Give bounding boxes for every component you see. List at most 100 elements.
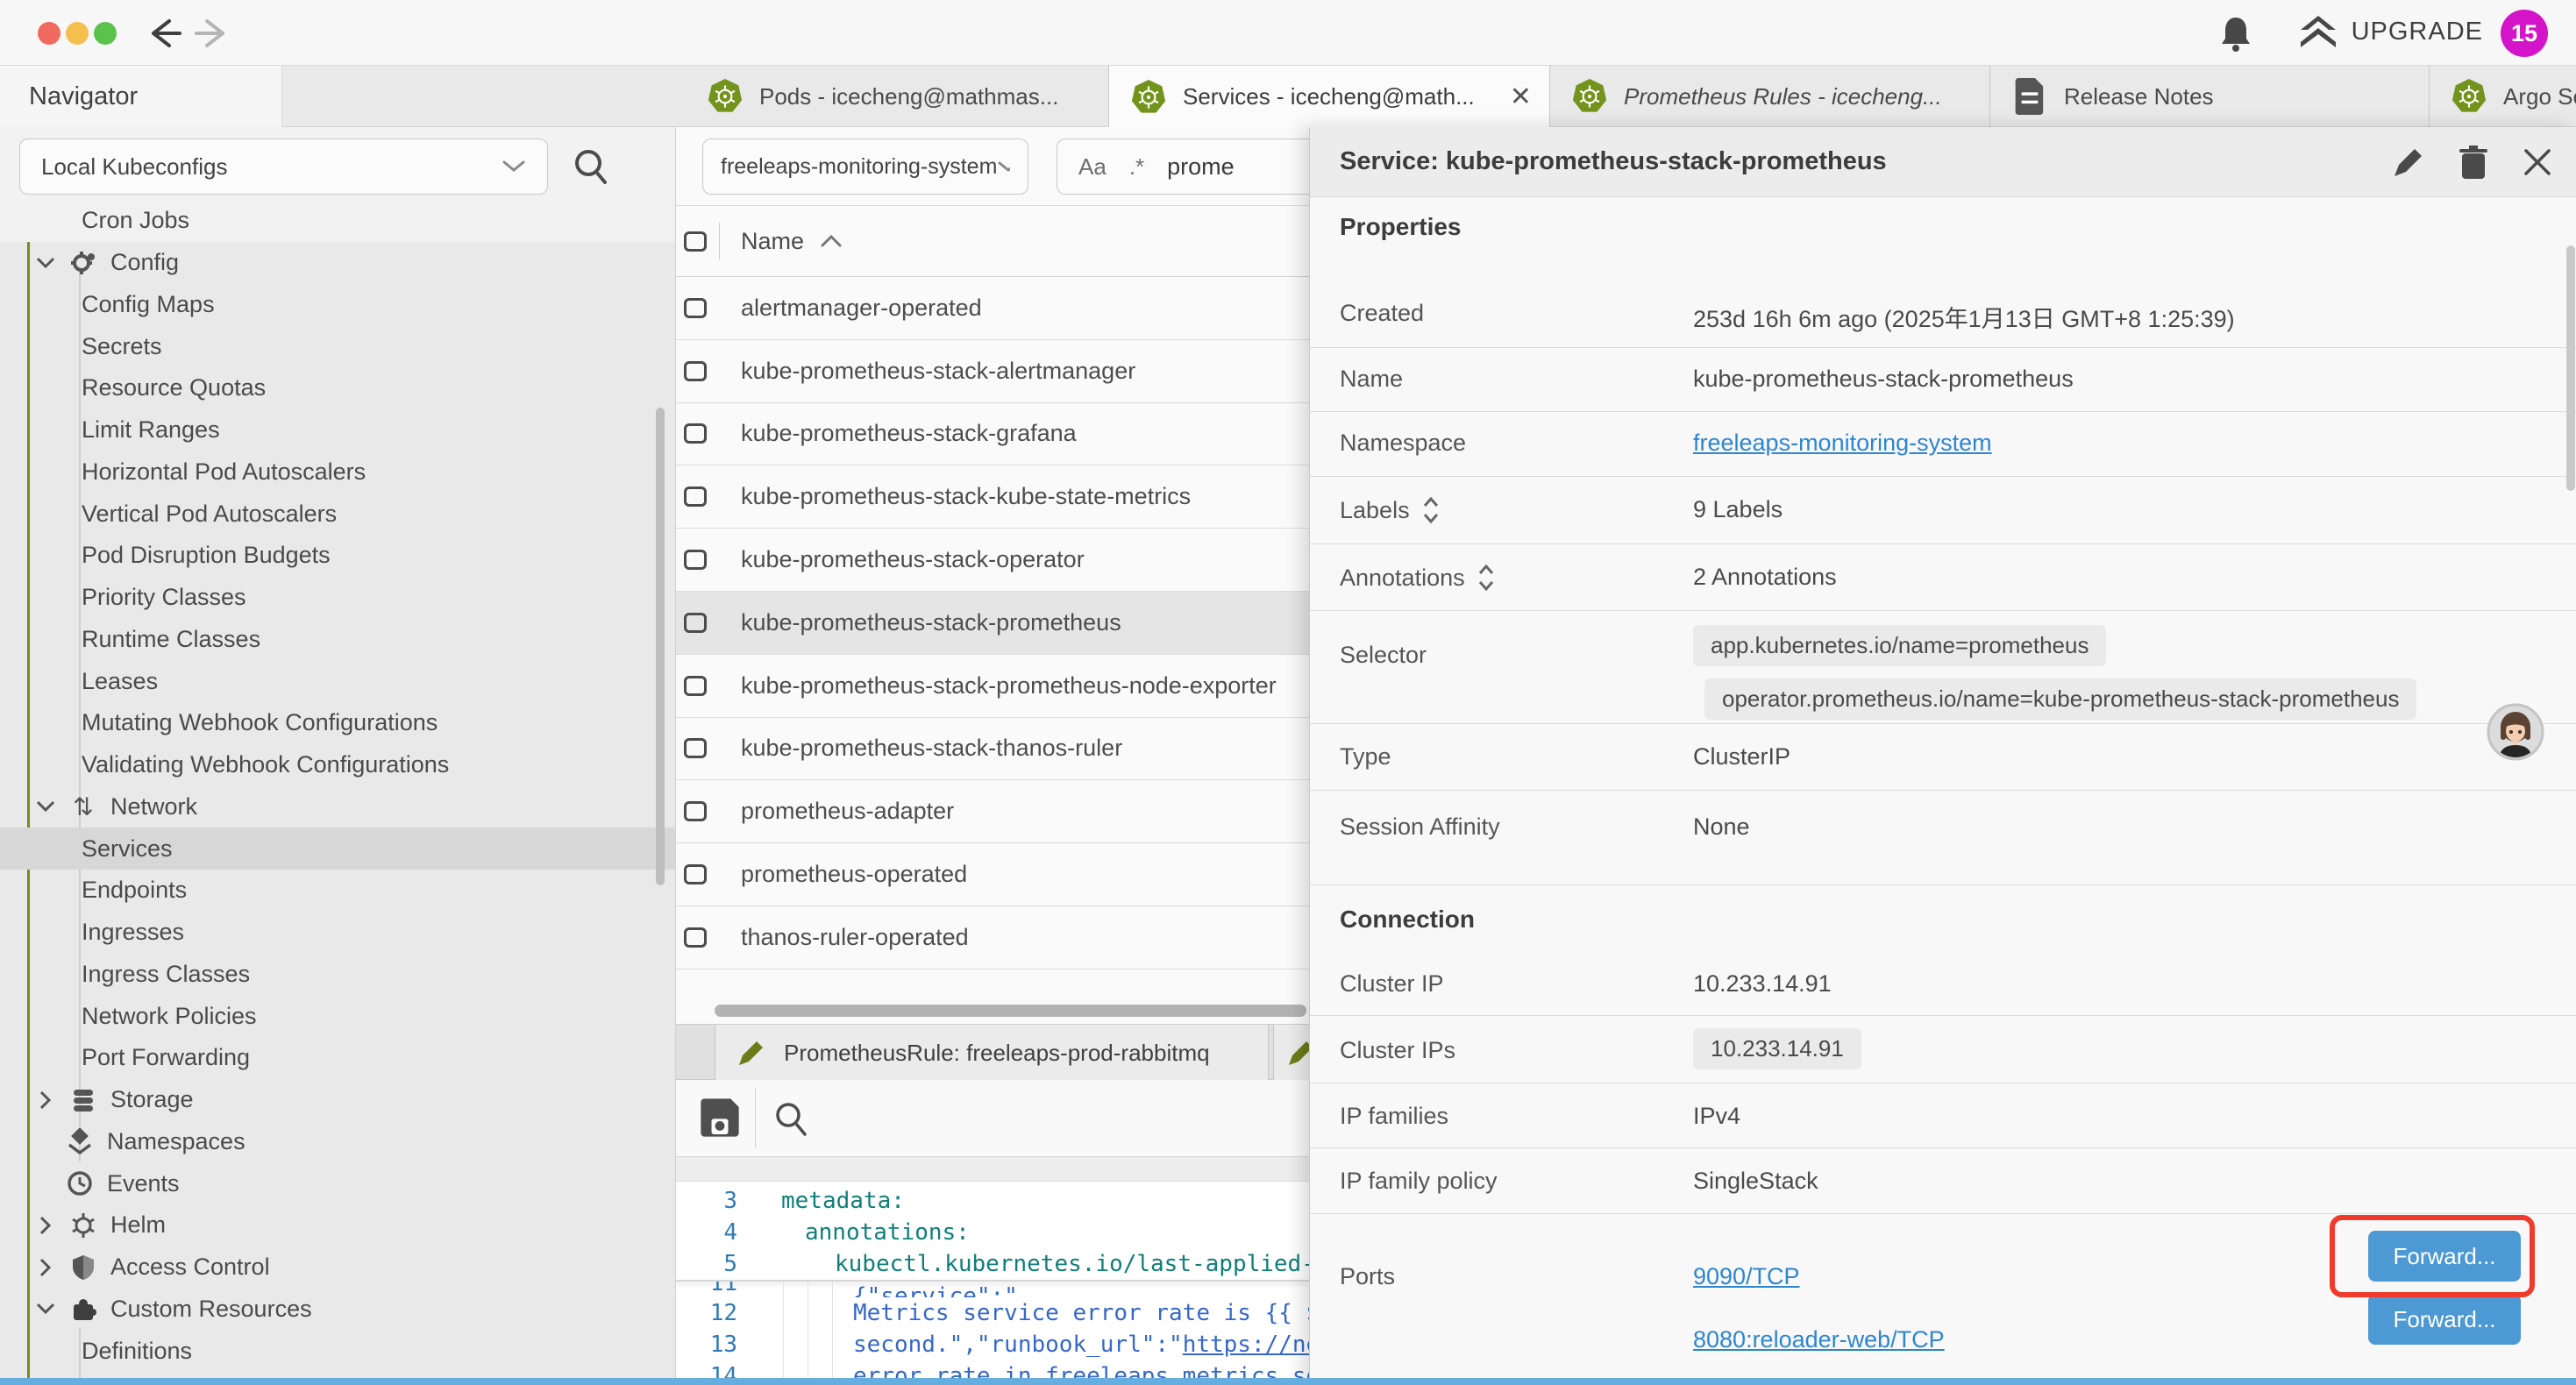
navigator-panel-tab[interactable]: Navigator	[0, 66, 282, 128]
row-checkbox[interactable]	[684, 676, 707, 696]
sidebar-item-leases[interactable]: Leases	[0, 660, 676, 702]
sidebar-item-priority-classes[interactable]: Priority Classes	[0, 577, 676, 619]
row-checkbox[interactable]	[684, 738, 707, 758]
sidebar-item-access-control[interactable]: Access Control	[0, 1246, 676, 1289]
row-checkbox[interactable]	[684, 361, 707, 381]
sidebar-item-horizontal-pod-autoscalers[interactable]: Horizontal Pod Autoscalers	[0, 451, 676, 494]
kubernetes-icon	[1130, 79, 1167, 116]
tab-prometheus-rules[interactable]: Prometheus Rules - icecheng...	[1550, 66, 1990, 127]
edit-pencil-icon[interactable]	[2393, 146, 2424, 178]
row-checkbox[interactable]	[684, 550, 707, 570]
sidebar-item-network-policies[interactable]: Network Policies	[0, 995, 676, 1037]
sidebar-item-custom-resources[interactable]: Custom Resources	[0, 1289, 676, 1331]
expand-collapse-icon[interactable]	[1422, 496, 1440, 524]
panel-scrollbar[interactable]	[2566, 245, 2575, 491]
tab-argo[interactable]: Argo Se	[2430, 66, 2576, 127]
tab-services[interactable]: Services - icecheng@math... ✕	[1109, 66, 1550, 128]
service-row[interactable]: kube-prometheus-stack-prometheus-node-ex…	[676, 655, 1309, 718]
service-row[interactable]: kube-prometheus-stack-operator	[676, 529, 1309, 592]
horizontal-scrollbar[interactable]	[715, 1005, 1306, 1017]
sidebar-item-ingresses[interactable]: Ingresses	[0, 912, 676, 954]
notifications-bell-icon[interactable]	[2218, 14, 2253, 53]
match-case-toggle[interactable]: Aa	[1078, 153, 1107, 181]
row-checkbox[interactable]	[684, 298, 707, 318]
maximize-window-button[interactable]	[94, 22, 117, 45]
row-checkbox[interactable]	[684, 423, 707, 444]
back-arrow-icon[interactable]	[145, 16, 181, 51]
forward-arrow-icon[interactable]	[195, 16, 231, 51]
service-row[interactable]: prometheus-adapter	[676, 780, 1309, 843]
upgrade-button[interactable]: UPGRADE	[2299, 14, 2483, 49]
search-icon[interactable]	[572, 146, 610, 187]
save-icon[interactable]	[700, 1097, 740, 1138]
row-checkbox[interactable]	[684, 613, 707, 633]
editor-search-icon[interactable]	[772, 1099, 811, 1140]
profile-badge[interactable]: 15	[2501, 10, 2548, 57]
sidebar-item-storage[interactable]: Storage	[0, 1079, 676, 1121]
editor-tab-partial[interactable]	[1273, 1025, 1309, 1081]
sidebar-item-network[interactable]: ⇅ Network	[0, 786, 676, 828]
assistant-avatar[interactable]	[2487, 703, 2544, 761]
namespace-link[interactable]: freeleaps-monitoring-system	[1693, 430, 1992, 457]
editor-tab-prometheusrule[interactable]: PrometheusRule: freeleaps-prod-rabbitmq	[715, 1025, 1269, 1081]
tab-strip: Navigator Pods - icecheng@mathmas... Ser…	[0, 66, 2576, 127]
tab-release-notes[interactable]: Release Notes	[1990, 66, 2430, 127]
name-column-header[interactable]: Name	[741, 228, 804, 255]
service-detail-panel: Service: kube-prometheus-stack-prometheu…	[1309, 127, 2576, 1385]
sidebar-item-validating-webhook-configurations[interactable]: Validating Webhook Configurations	[0, 744, 676, 786]
detail-row-session-affinity: Session Affinity None	[1310, 791, 2576, 885]
runbook-url-link[interactable]: https://netop	[1183, 1332, 1309, 1358]
sidebar-item-endpoints[interactable]: Endpoints	[0, 870, 676, 912]
sidebar-item-limit-ranges[interactable]: Limit Ranges	[0, 409, 676, 451]
sidebar-item-ingress-classes[interactable]: Ingress Classes	[0, 954, 676, 996]
service-row[interactable]: thanos-ruler-operated	[676, 906, 1309, 970]
service-row-selected[interactable]: kube-prometheus-stack-prometheus	[676, 592, 1309, 655]
service-row[interactable]: kube-prometheus-stack-grafana	[676, 403, 1309, 466]
close-window-button[interactable]	[38, 22, 60, 45]
service-row[interactable]: kube-prometheus-stack-alertmanager	[676, 340, 1309, 403]
sidebar-item-vertical-pod-autoscalers[interactable]: Vertical Pod Autoscalers	[0, 493, 676, 535]
regex-toggle[interactable]: .*	[1129, 153, 1144, 181]
chevron-down-icon	[35, 800, 56, 813]
sidebar-scrollbar[interactable]	[656, 408, 665, 885]
port-link-9090[interactable]: 9090/TCP	[1693, 1263, 1800, 1290]
select-all-checkbox[interactable]	[684, 231, 707, 252]
forward-port-button-8080[interactable]: Forward...	[2368, 1294, 2521, 1345]
minimize-window-button[interactable]	[66, 22, 89, 45]
sidebar-item-services[interactable]: Services	[0, 827, 676, 870]
service-row[interactable]: alertmanager-operated	[676, 277, 1309, 340]
expand-collapse-icon[interactable]	[1477, 564, 1495, 592]
detail-row-name: Name kube-prometheus-stack-prometheus	[1310, 348, 2576, 412]
sidebar-item-config[interactable]: Config	[0, 242, 676, 284]
list-search-input[interactable]: Aa .* prome	[1057, 138, 1309, 195]
tab-pods[interactable]: Pods - icecheng@mathmas...	[686, 66, 1109, 127]
row-checkbox[interactable]	[684, 864, 707, 884]
row-checkbox[interactable]	[684, 801, 707, 821]
sidebar-item-resource-quotas[interactable]: Resource Quotas	[0, 367, 676, 409]
kubeconfig-selector[interactable]: Local Kubeconfigs	[19, 138, 548, 195]
close-panel-icon[interactable]	[2523, 147, 2552, 177]
port-link-8080[interactable]: 8080:reloader-web/TCP	[1693, 1326, 1945, 1353]
sidebar-item-mutating-webhook-configurations[interactable]: Mutating Webhook Configurations	[0, 702, 676, 744]
database-icon	[68, 1088, 98, 1112]
sidebar-item-secrets[interactable]: Secrets	[0, 325, 676, 367]
sidebar-item-pod-disruption-budgets[interactable]: Pod Disruption Budgets	[0, 535, 676, 577]
sidebar-item-config-maps[interactable]: Config Maps	[0, 284, 676, 326]
sidebar-item-helm[interactable]: Helm	[0, 1204, 676, 1246]
detail-row-annotations: Annotations 2 Annotations	[1310, 544, 2576, 611]
service-row[interactable]: kube-prometheus-stack-thanos-ruler	[676, 718, 1309, 781]
trash-icon[interactable]	[2459, 146, 2487, 179]
sidebar-item-namespaces[interactable]: Namespaces	[0, 1121, 676, 1163]
sidebar-item-port-forwarding[interactable]: Port Forwarding	[0, 1037, 676, 1079]
close-tab-icon[interactable]: ✕	[1510, 82, 1532, 112]
sidebar-item-definitions[interactable]: Definitions	[0, 1330, 676, 1372]
service-row[interactable]: kube-prometheus-stack-kube-state-metrics	[676, 465, 1309, 529]
row-checkbox[interactable]	[684, 927, 707, 948]
sidebar-item-events[interactable]: Events	[0, 1162, 676, 1204]
sidebar-item-cron-jobs[interactable]: Cron Jobs	[0, 200, 676, 242]
sidebar-item-runtime-classes[interactable]: Runtime Classes	[0, 619, 676, 661]
namespace-filter-dropdown[interactable]: freeleaps-monitoring-system	[702, 138, 1028, 195]
yaml-editor[interactable]: 3metadata: 4annotations: 5kubectl.kubern…	[676, 1182, 1309, 1385]
service-row[interactable]: prometheus-operated	[676, 843, 1309, 906]
row-checkbox[interactable]	[684, 487, 707, 507]
